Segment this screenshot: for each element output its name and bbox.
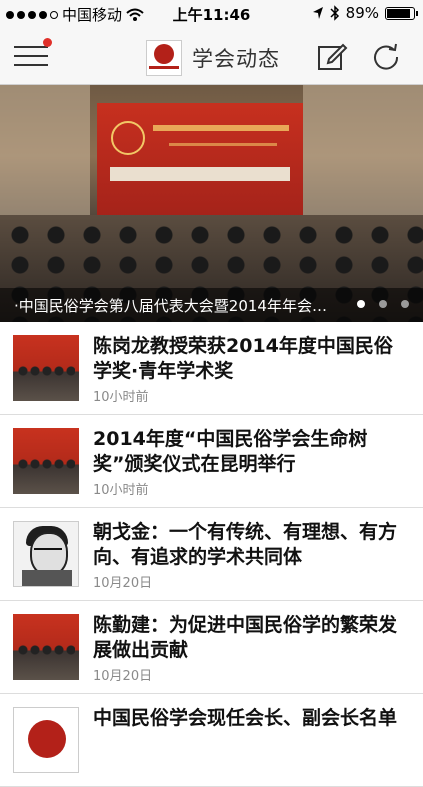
news-title: 2014年度“中国民俗学会生命树奖”颁奖仪式在昆明举行 xyxy=(93,428,368,475)
featured-carousel[interactable]: ·中国民俗学会第八届代表大会暨2014年年会… xyxy=(0,85,423,322)
society-logo-thumbnail xyxy=(13,707,79,773)
notification-dot xyxy=(43,38,52,47)
news-time: 10月20日 xyxy=(93,669,153,684)
status-bar: 中国移动 上午11:46 89% xyxy=(0,0,423,28)
refresh-button[interactable] xyxy=(370,40,402,72)
news-title: 陈岗龙教授荣获2014年度中国民俗学奖·青年学术奖 xyxy=(93,335,393,382)
ceremony-photo-thumbnail xyxy=(13,428,79,494)
page-title: 学会动态 xyxy=(192,47,280,71)
banner-photo xyxy=(97,103,303,215)
news-item[interactable]: 陈勤建：为促进中国民俗学的繁荣发展做出贡献 10月20日 xyxy=(0,601,423,694)
nav-bar: 学会动态 xyxy=(0,28,423,85)
news-item[interactable]: 2014年度“中国民俗学会生命树奖”颁奖仪式在昆明举行 10小时前 xyxy=(0,415,423,508)
menu-button[interactable] xyxy=(14,38,52,72)
news-list: 陈岗龙教授荣获2014年度中国民俗学奖·青年学术奖 10小时前 2014年度“中… xyxy=(0,322,423,787)
edit-button[interactable] xyxy=(316,40,348,72)
carousel-dot[interactable] xyxy=(379,300,387,308)
carousel-indicator[interactable] xyxy=(357,300,409,308)
location-icon xyxy=(312,7,323,19)
banner-caption[interactable]: ·中国民俗学会第八届代表大会暨2014年年会… xyxy=(14,295,344,316)
news-item[interactable]: 朝戈金：一个有传统、有理想、有方向、有追求的学术共同体 10月20日 xyxy=(0,508,423,601)
news-time: 10小时前 xyxy=(93,483,149,498)
brand: 学会动态 xyxy=(146,40,280,76)
edit-icon xyxy=(318,43,348,70)
battery-icon xyxy=(385,6,418,20)
banner-caption-bar: ·中国民俗学会第八届代表大会暨2014年年会… xyxy=(0,288,423,322)
news-time: 10小时前 xyxy=(93,390,149,405)
news-item[interactable]: 陈岗龙教授荣获2014年度中国民俗学奖·青年学术奖 10小时前 xyxy=(0,322,423,415)
refresh-icon xyxy=(374,43,399,70)
speaker-photo-thumbnail xyxy=(13,614,79,680)
battery-percent: 89% xyxy=(345,4,379,22)
society-logo-icon xyxy=(146,40,182,76)
carousel-dot[interactable] xyxy=(401,300,409,308)
news-title: 中国民俗学会现任会长、副会长名单 xyxy=(93,707,398,729)
carousel-dot[interactable] xyxy=(357,300,365,308)
portrait-sketch-thumbnail xyxy=(13,521,79,587)
bluetooth-icon xyxy=(330,5,339,21)
award-photo-thumbnail xyxy=(13,335,79,401)
news-title: 朝戈金：一个有传统、有理想、有方向、有追求的学术共同体 xyxy=(93,521,398,568)
news-title: 陈勤建：为促进中国民俗学的繁荣发展做出贡献 xyxy=(93,614,398,661)
news-item[interactable]: 中国民俗学会现任会长、副会长名单 xyxy=(0,694,423,787)
news-time: 10月20日 xyxy=(93,576,153,591)
